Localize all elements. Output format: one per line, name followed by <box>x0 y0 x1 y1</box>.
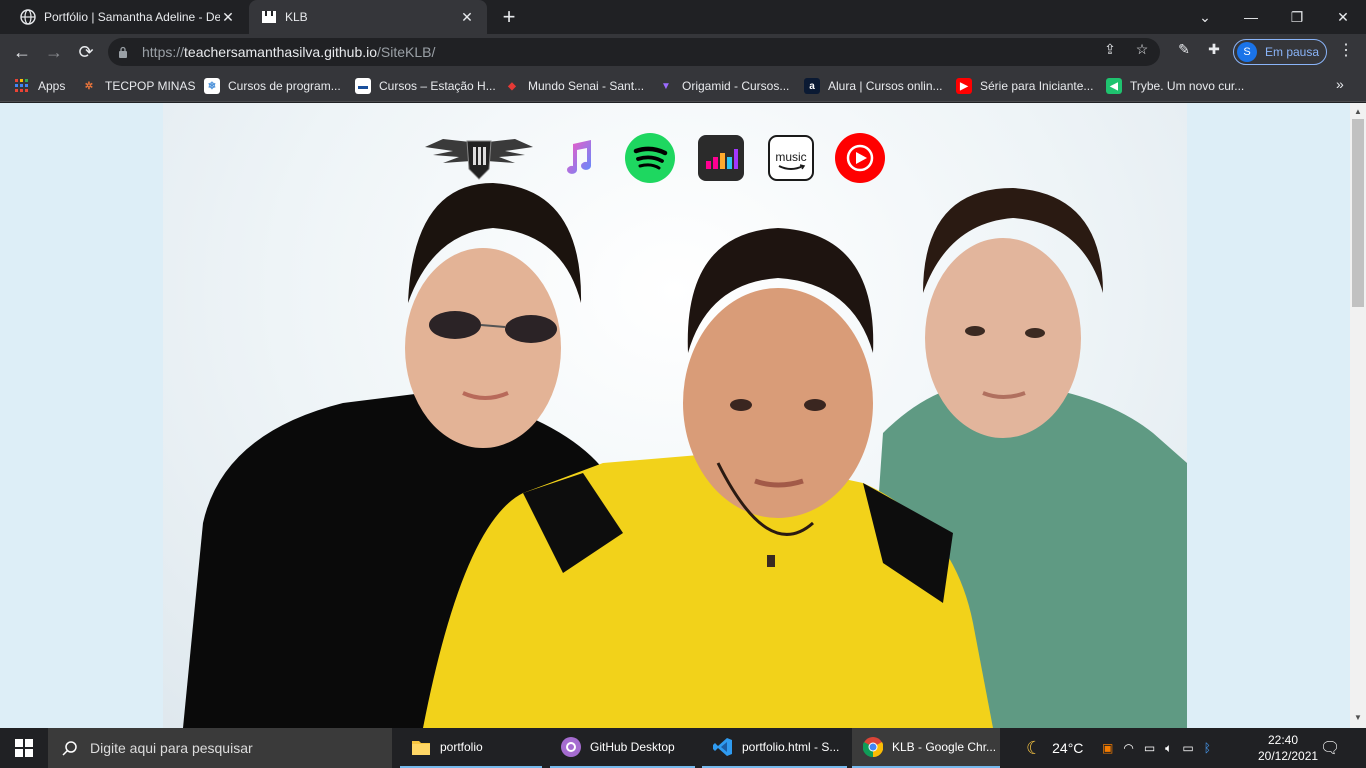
notifications-icon[interactable]: 🗨︎ <box>1320 738 1344 758</box>
tab-title: KLB <box>285 10 308 24</box>
windows-taskbar: Digite aqui para pesquisar portfolio Git… <box>0 728 1366 768</box>
url-text: https://teachersamanthasilva.github.io/S… <box>142 44 436 60</box>
bookmark-alura[interactable]: a Alura | Cursos onlin... <box>804 76 943 96</box>
band-photo <box>183 183 1187 728</box>
github-icon <box>560 736 582 758</box>
reload-button[interactable]: ⟳ <box>74 40 98 64</box>
chrome-icon <box>862 736 884 758</box>
trybe-icon: ◀ <box>1106 78 1122 94</box>
search-placeholder: Digite aqui para pesquisar <box>90 740 253 756</box>
youtube-icon: ▶ <box>956 78 972 94</box>
tab-portfolio[interactable]: Portfólio | Samantha Adeline - De ✕ <box>8 0 248 34</box>
bookmark-label: Série para Iniciante... <box>980 79 1094 93</box>
close-tab-icon[interactable]: ✕ <box>220 9 236 25</box>
back-button[interactable]: ← <box>10 40 34 64</box>
scrollbar-thumb[interactable] <box>1352 119 1364 307</box>
extension-edit-icon[interactable]: ✎ <box>1175 40 1193 58</box>
taskbar-app-label: portfolio <box>440 740 483 754</box>
bookmark-label: TECPOP MINAS <box>105 79 196 93</box>
tablet-icon[interactable]: ▭ <box>1144 741 1155 755</box>
scroll-down-icon[interactable]: ▼ <box>1354 713 1362 722</box>
bookmark-star-icon[interactable]: ☆ <box>1133 40 1151 58</box>
bookmarks-bar: Apps ✲ TECPOP MINAS ❄ Cursos de program.… <box>0 70 1366 102</box>
clock-date: 20/12/2021 <box>1258 749 1319 763</box>
share-icon[interactable]: ⇪ <box>1101 40 1119 58</box>
windows-logo-icon <box>15 739 33 757</box>
alura-icon: a <box>804 78 820 94</box>
bookmark-tecpop[interactable]: ✲ TECPOP MINAS <box>81 76 196 96</box>
tab-klb[interactable]: KLB ✕ <box>249 0 487 34</box>
taskbar-app-chrome[interactable]: KLB - Google Chr... <box>852 728 1000 768</box>
taskbar-search[interactable]: Digite aqui para pesquisar <box>48 728 392 768</box>
extensions-puzzle-icon[interactable]: ✚ <box>1205 40 1223 58</box>
snowflake-icon: ❄ <box>204 78 220 94</box>
klb-favicon-icon <box>261 9 277 25</box>
minimize-button[interactable]: — <box>1228 0 1274 34</box>
folder-icon <box>410 736 432 758</box>
bookmark-label: Apps <box>38 79 66 93</box>
network-icon[interactable]: ◠ <box>1123 741 1133 755</box>
browser-chrome: Portfólio | Samantha Adeline - De ✕ KLB … <box>0 0 1366 103</box>
taskbar-app-vscode[interactable]: portfolio.html - S... <box>702 728 847 768</box>
globe-icon <box>20 9 36 25</box>
page-viewport: music <box>0 103 1350 728</box>
start-button[interactable] <box>0 728 48 768</box>
bookmarks-overflow-icon[interactable]: » <box>1336 76 1344 92</box>
close-tab-icon[interactable]: ✕ <box>459 9 475 25</box>
klb-hero-image: music <box>163 103 1187 728</box>
apps-grid-icon <box>14 78 30 94</box>
scroll-up-icon[interactable]: ▲ <box>1354 107 1362 116</box>
taskbar-clock[interactable]: 22:40 20/12/2021 <box>1258 732 1319 764</box>
bookmark-origamid[interactable]: ▼ Origamid - Cursos... <box>658 76 789 96</box>
bookmark-senai[interactable]: ◆ Mundo Senai - Sant... <box>504 76 644 96</box>
volume-icon[interactable]: 🔈︎ <box>1165 741 1172 756</box>
taskbar-app-label: KLB - Google Chr... <box>892 740 997 754</box>
taskbar-app-portfolio[interactable]: portfolio <box>400 728 542 768</box>
restore-button[interactable]: ❐ <box>1274 0 1320 34</box>
senai-icon: ◆ <box>508 80 516 92</box>
toolbar: ← → ⟳ https://teachersamanthasilva.githu… <box>0 34 1366 70</box>
taskbar-app-label: portfolio.html - S... <box>742 740 840 754</box>
bookmark-label: Cursos – Estação H... <box>379 79 496 93</box>
search-icon <box>62 739 80 757</box>
weather-widget[interactable]: ☾ 24°C <box>1026 728 1083 768</box>
battery-icon[interactable]: ▭ <box>1182 741 1193 755</box>
bookmark-label: Cursos de program... <box>228 79 341 93</box>
taskbar-app-github[interactable]: GitHub Desktop <box>550 728 695 768</box>
profile-button[interactable]: S Em pausa <box>1233 39 1327 65</box>
tab-search-icon[interactable]: ⌄ <box>1182 0 1228 34</box>
more-menu-icon[interactable]: ⋮ <box>1336 40 1356 64</box>
taskbar-app-label: GitHub Desktop <box>590 740 675 754</box>
tab-strip: Portfólio | Samantha Adeline - De ✕ KLB … <box>0 0 1366 34</box>
origamid-icon: ▼ <box>661 80 671 92</box>
clock-time: 22:40 <box>1267 733 1299 747</box>
close-window-button[interactable]: ✕ <box>1320 0 1366 34</box>
system-tray: ▣ ◠ ▭ 🔈︎ ▭ ᛒ <box>1102 728 1211 768</box>
bookmark-estacao[interactable]: ▬ Cursos – Estação H... <box>355 76 496 96</box>
weather-temp: 24°C <box>1052 740 1084 756</box>
estacao-icon: ▬ <box>355 78 371 94</box>
weather-moon-icon: ☾ <box>1026 737 1043 758</box>
bluetooth-icon[interactable]: ᛒ <box>1204 741 1211 755</box>
tab-title: Portfólio | Samantha Adeline - De <box>44 10 220 24</box>
app-tray-icon[interactable]: ▣ <box>1102 741 1113 755</box>
avatar: S <box>1237 42 1257 62</box>
bookmark-label: Trybe. Um novo cur... <box>1130 79 1245 93</box>
new-tab-button[interactable]: + <box>498 6 520 28</box>
bookmark-label: Mundo Senai - Sant... <box>528 79 645 93</box>
vscode-icon <box>712 736 734 758</box>
profile-status: Em pausa <box>1265 45 1320 59</box>
tecpop-icon: ✲ <box>84 80 94 92</box>
address-bar[interactable]: https://teachersamanthasilva.github.io/S… <box>108 38 1160 66</box>
lock-icon[interactable] <box>118 45 132 59</box>
bookmark-label: Alura | Cursos onlin... <box>828 79 943 93</box>
bookmark-apps[interactable]: Apps <box>14 76 65 96</box>
bookmark-label: Origamid - Cursos... <box>682 79 790 93</box>
bookmark-trybe[interactable]: ◀ Trybe. Um novo cur... <box>1106 76 1244 96</box>
bookmark-cursos-programacao[interactable]: ❄ Cursos de program... <box>204 76 341 96</box>
forward-button[interactable]: → <box>42 40 66 64</box>
page-scrollbar[interactable]: ▲ ▼ <box>1350 103 1366 728</box>
bookmark-serie-iniciantes[interactable]: ▶ Série para Iniciante... <box>956 76 1093 96</box>
